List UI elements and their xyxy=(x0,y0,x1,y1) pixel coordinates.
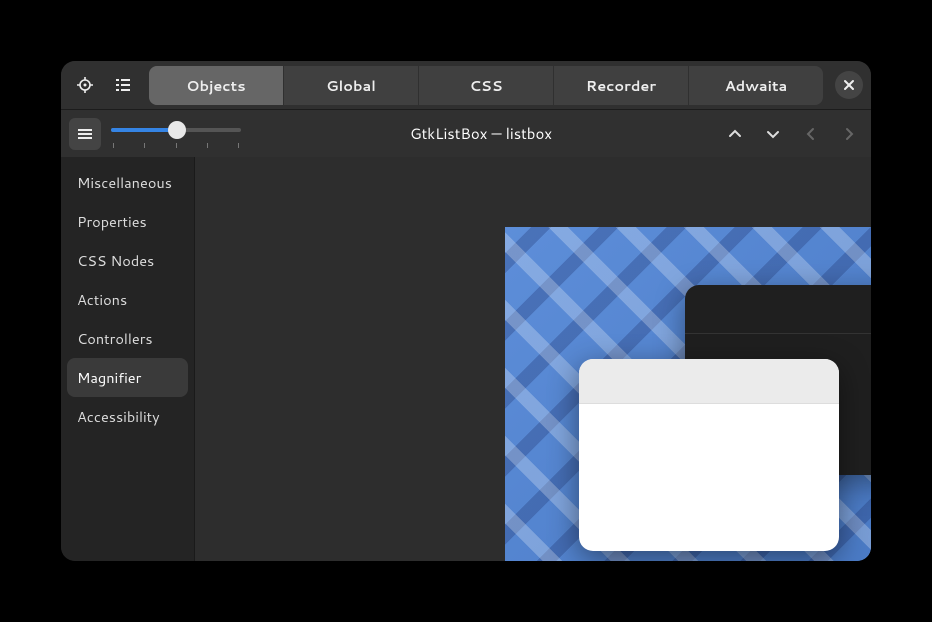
preview-light-window xyxy=(579,359,839,551)
close-button[interactable] xyxy=(835,71,863,99)
sidebar-item-css-nodes[interactable]: CSS Nodes xyxy=(67,241,188,280)
sub-headerbar: GtkListBox — listbox xyxy=(61,109,871,157)
sidebar-item-miscellaneous[interactable]: Miscellaneous xyxy=(67,163,188,202)
sidebar-item-controllers[interactable]: Controllers xyxy=(67,319,188,358)
sidebar-toggle-button[interactable] xyxy=(69,118,101,150)
sidebar-item-properties[interactable]: Properties xyxy=(67,202,188,241)
tab-css[interactable]: CSS xyxy=(419,66,554,105)
tab-global[interactable]: Global xyxy=(284,66,419,105)
sidebar: Miscellaneous Properties CSS Nodes Actio… xyxy=(61,157,195,561)
nav-next-icon[interactable] xyxy=(835,120,863,148)
nav-group xyxy=(721,120,863,148)
tab-adwaita[interactable]: Adwaita xyxy=(689,66,823,105)
tree-icon[interactable] xyxy=(107,69,139,101)
magnified-preview xyxy=(505,227,871,561)
headerbar: Objects Global CSS Recorder Adwaita xyxy=(61,61,871,109)
preview-light-window-header xyxy=(579,359,839,404)
sidebar-item-accessibility[interactable]: Accessibility xyxy=(67,397,188,436)
sidebar-item-actions[interactable]: Actions xyxy=(67,280,188,319)
tab-recorder[interactable]: Recorder xyxy=(554,66,689,105)
sidebar-item-magnifier[interactable]: Magnifier xyxy=(67,358,188,397)
nav-previous-icon[interactable] xyxy=(797,120,825,148)
body: Miscellaneous Properties CSS Nodes Actio… xyxy=(61,157,871,561)
view-switcher: Objects Global CSS Recorder Adwaita xyxy=(149,66,823,105)
zoom-slider-thumb[interactable] xyxy=(168,121,186,139)
magnifier-viewport[interactable] xyxy=(195,157,871,561)
collapse-up-icon[interactable] xyxy=(721,120,749,148)
zoom-slider[interactable] xyxy=(111,116,241,152)
tab-objects[interactable]: Objects xyxy=(149,66,284,105)
target-icon[interactable] xyxy=(69,69,101,101)
inspector-window: Objects Global CSS Recorder Adwaita GtkL… xyxy=(61,61,871,561)
object-title: GtkListBox — listbox xyxy=(247,123,715,144)
expand-down-icon[interactable] xyxy=(759,120,787,148)
